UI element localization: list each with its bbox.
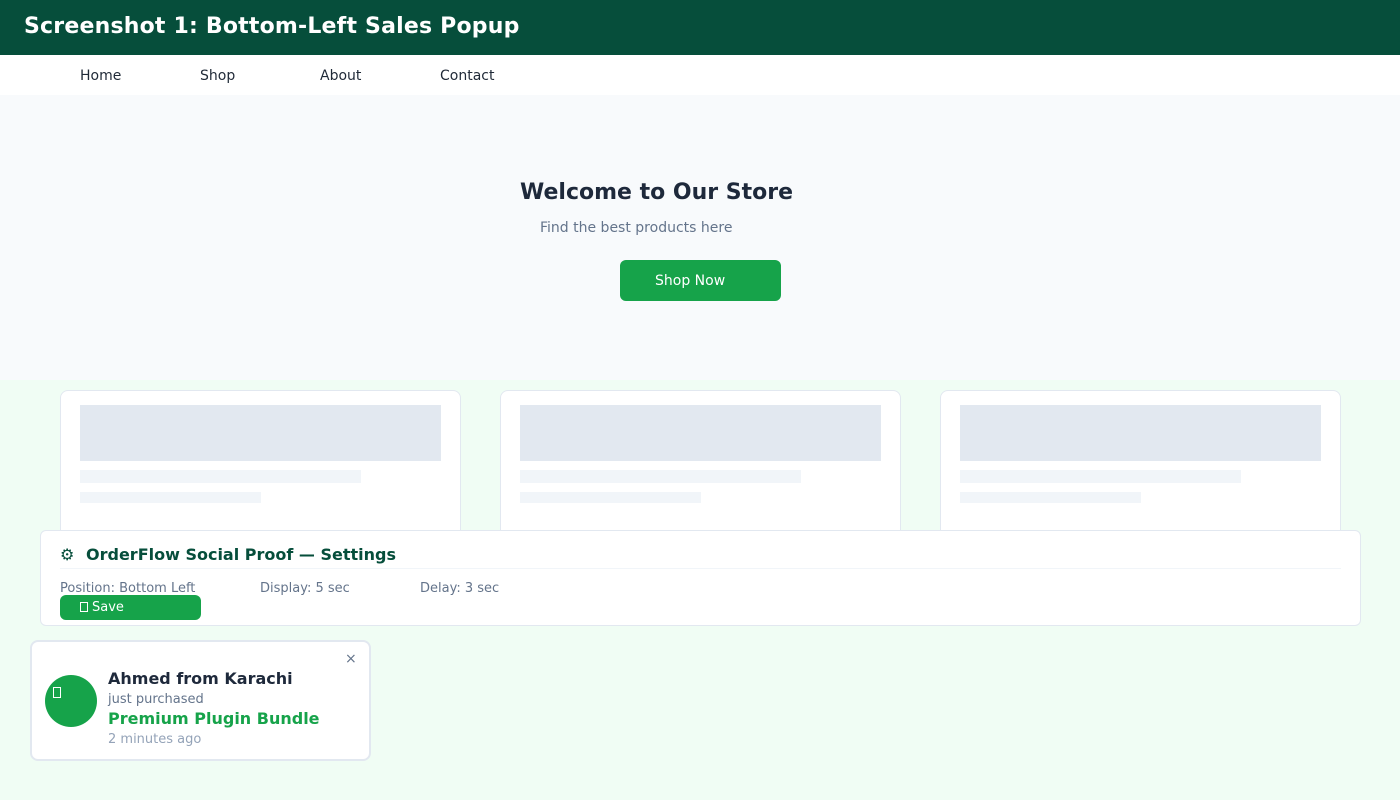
page-title: Screenshot 1: Bottom-Left Sales Popup bbox=[24, 14, 520, 39]
settings-panel: ⚙ OrderFlow Social Proof — Settings Posi… bbox=[40, 530, 1361, 626]
product-card-placeholder bbox=[60, 390, 461, 540]
close-icon[interactable]: × bbox=[345, 651, 357, 667]
product-card-placeholder bbox=[500, 390, 901, 540]
delay-setting: Delay: 3 sec bbox=[420, 581, 500, 596]
nav-link-about[interactable]: About bbox=[320, 68, 361, 84]
shop-now-button[interactable]: Shop Now bbox=[620, 260, 781, 301]
nav-link-contact[interactable]: Contact bbox=[440, 68, 494, 84]
sales-popup: × Ahmed from Karachi just purchased Prem… bbox=[30, 640, 371, 761]
hero-section: Welcome to Our Store Find the best produ… bbox=[0, 95, 1400, 380]
text-line-placeholder bbox=[80, 492, 261, 503]
text-line-placeholder bbox=[80, 470, 361, 483]
purchase-action: just purchased bbox=[108, 692, 204, 707]
gear-icon: ⚙ bbox=[60, 545, 75, 564]
product-card-placeholder bbox=[940, 390, 1341, 540]
settings-title: OrderFlow Social Proof — Settings bbox=[86, 545, 397, 564]
buyer-name: Ahmed from Karachi bbox=[108, 669, 293, 688]
text-line-placeholder bbox=[960, 470, 1241, 483]
text-line-placeholder bbox=[960, 492, 1141, 503]
product-image-placeholder bbox=[520, 405, 881, 461]
nav-link-home[interactable]: Home bbox=[80, 68, 121, 84]
divider bbox=[60, 568, 1341, 569]
app-header: Screenshot 1: Bottom-Left Sales Popup bbox=[0, 0, 1400, 55]
shopping-bag-icon bbox=[53, 687, 61, 698]
display-duration-setting: Display: 5 sec bbox=[260, 581, 350, 596]
nav-link-shop[interactable]: Shop bbox=[200, 68, 235, 84]
hero-title: Welcome to Our Store bbox=[520, 180, 794, 205]
avatar bbox=[45, 675, 97, 727]
product-image-placeholder bbox=[960, 405, 1321, 461]
save-button[interactable]: Save bbox=[60, 595, 201, 620]
product-image-placeholder bbox=[80, 405, 441, 461]
text-line-placeholder bbox=[520, 470, 801, 483]
hero-subtitle: Find the best products here bbox=[540, 220, 733, 236]
main-nav: Home Shop About Contact bbox=[0, 55, 1400, 95]
purchase-time: 2 minutes ago bbox=[108, 732, 202, 747]
product-name[interactable]: Premium Plugin Bundle bbox=[108, 709, 320, 728]
position-setting: Position: Bottom Left bbox=[60, 581, 196, 596]
save-icon bbox=[80, 602, 88, 612]
save-label: Save bbox=[92, 600, 124, 615]
text-line-placeholder bbox=[520, 492, 701, 503]
